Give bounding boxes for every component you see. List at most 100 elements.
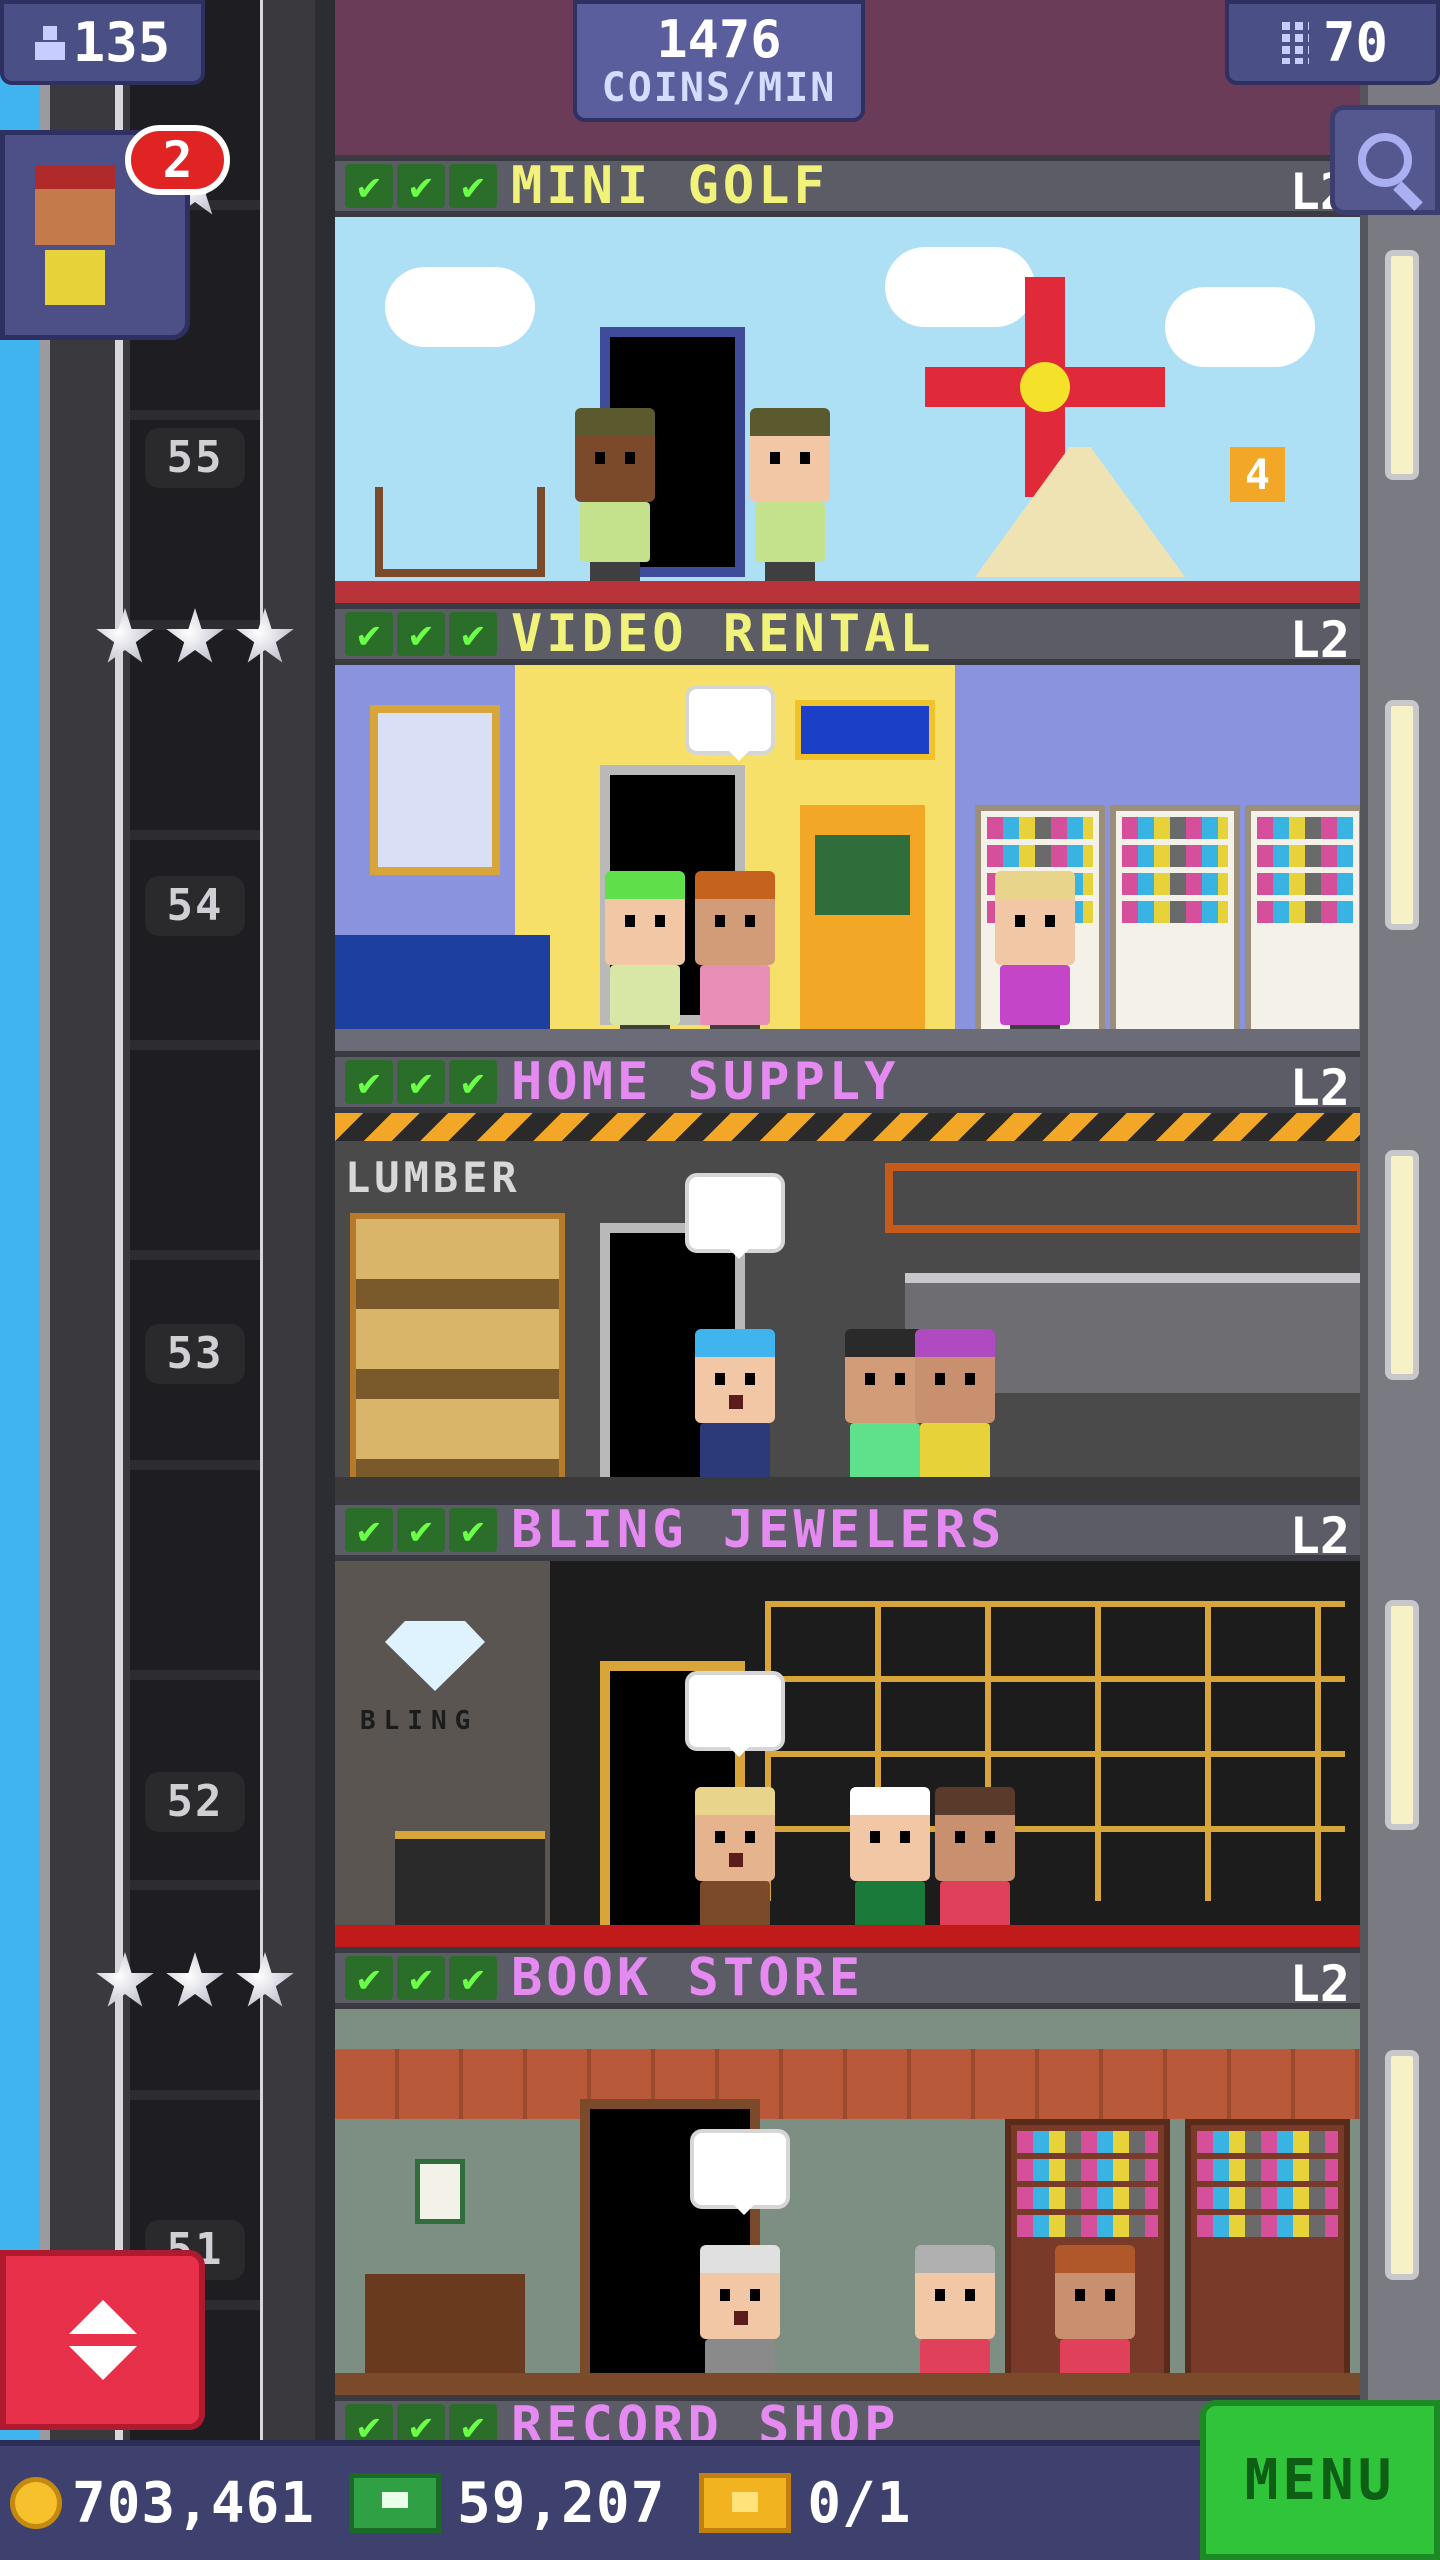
floor-book-store[interactable]: ✔ ✔ ✔ BOOK STORE L2 (335, 1947, 1360, 2395)
check-icon: ✔ (345, 612, 393, 656)
room-interior: LUMBER (335, 1113, 1360, 1499)
coins-display: 703,461 (10, 2471, 315, 2536)
resident[interactable] (750, 408, 830, 582)
room-floor (335, 1925, 1360, 1947)
hole-sign: 4 (1230, 447, 1285, 502)
star-icon (166, 608, 224, 663)
floor-video-rental[interactable]: ✔ ✔ ✔ VIDEO RENTAL L2 (335, 603, 1360, 1051)
check-icon: ✔ (345, 164, 393, 208)
floor-header: ✔ ✔ ✔ HOME SUPPLY L2 (335, 1051, 1360, 1117)
check-icon: ✔ (345, 1956, 393, 2000)
resident[interactable] (575, 408, 655, 582)
check-icon: ✔ (345, 1060, 393, 1104)
star-icon (236, 1952, 294, 2007)
check-icon: ✔ (397, 612, 445, 656)
cloud (385, 267, 535, 347)
club-rack (375, 487, 545, 577)
resident[interactable] (605, 871, 685, 1045)
person-icon (34, 25, 65, 60)
floor-number-52: 52 (145, 1772, 245, 1832)
check-icon: ✔ (449, 1508, 497, 1552)
room-interior: BLING (335, 1561, 1360, 1947)
resident[interactable] (695, 871, 775, 1045)
hazard-stripe (335, 1113, 1360, 1141)
video-shelf (1245, 805, 1360, 1035)
coins-value: 703,461 (72, 2470, 316, 2536)
elevator-cable-left (115, 0, 123, 2440)
floor-header: ✔ ✔ ✔ BOOK STORE L2 (335, 1947, 1360, 2013)
diamond-icon (385, 1621, 485, 1691)
floor-number-55: 55 (145, 428, 245, 488)
wall-window (1385, 2050, 1419, 2280)
resident[interactable] (695, 1329, 775, 1499)
floor-level: L2 (1289, 611, 1350, 669)
elevator-button[interactable] (0, 2250, 205, 2430)
thought-bubble (685, 1173, 785, 1259)
check-icon: ✔ (449, 2404, 497, 2440)
floor-number-54: 54 (145, 876, 245, 936)
check-icon: ✔ (397, 1508, 445, 1552)
wall-window (1385, 1150, 1419, 1380)
coins-rate-display: 1476 COINS/MIN (573, 0, 865, 122)
tickets-display[interactable]: 0/1 (699, 2471, 911, 2536)
search-button[interactable] (1330, 105, 1440, 215)
tickets-value: 0/1 (807, 2470, 912, 2536)
star-icon (96, 1952, 154, 2007)
tower-frame (315, 0, 335, 2440)
ceiling-rack (885, 1163, 1360, 1233)
check-marks: ✔ ✔ ✔ (345, 1956, 497, 2000)
wall-window (1385, 250, 1419, 480)
floor-level: L2 (1289, 1955, 1350, 2013)
thought-bubble (685, 1671, 785, 1757)
wall-window (1385, 700, 1419, 930)
star-rating (95, 608, 295, 668)
room-floor (335, 581, 1360, 603)
population-counter[interactable]: 135 (0, 0, 205, 85)
star-icon (166, 1952, 224, 2007)
check-icon: ✔ (449, 612, 497, 656)
check-icon: ✔ (345, 2404, 393, 2440)
arcade-cabinet (800, 805, 925, 1035)
check-icon: ✔ (449, 1956, 497, 2000)
floor-count-value: 70 (1322, 11, 1389, 74)
check-icon: ✔ (397, 1060, 445, 1104)
cloud (1165, 287, 1315, 367)
coin-icon (10, 2477, 62, 2529)
coins-rate-value: 1476 (656, 10, 782, 70)
visitor-avatar (35, 165, 115, 245)
star-rating (95, 1952, 295, 2012)
room-floor (335, 1477, 1360, 1499)
floor-name: VIDEO RENTAL (511, 604, 935, 664)
check-icon: ✔ (345, 1508, 393, 1552)
floor-mini-golf[interactable]: ✔ ✔ ✔ MINI GOLF L2 4 (335, 155, 1360, 603)
magnifier-icon (1358, 133, 1412, 187)
check-marks: ✔ ✔ ✔ (345, 612, 497, 656)
notification-badge: 2 (125, 125, 230, 195)
resident[interactable] (995, 871, 1075, 1045)
bux-display[interactable]: 59,207 (349, 2471, 665, 2536)
up-down-arrows-icon (68, 2300, 137, 2380)
resident[interactable] (845, 1329, 925, 1499)
check-icon: ✔ (397, 1956, 445, 2000)
book-sign (415, 2159, 465, 2224)
check-marks: ✔ ✔ ✔ (345, 1508, 497, 1552)
brick-wall (335, 2049, 1360, 2119)
star-icon (96, 608, 154, 663)
lumber-rack (350, 1213, 565, 1483)
building-icon (1276, 21, 1309, 64)
room-floor (335, 1029, 1360, 1051)
room-interior (335, 665, 1360, 1051)
floor-bling-jewelers[interactable]: ✔ ✔ ✔ BLING JEWELERS L2 BLING (335, 1499, 1360, 1947)
check-icon: ✔ (449, 164, 497, 208)
bux-icon (349, 2473, 442, 2533)
floor-header: ✔ ✔ ✔ MINI GOLF L2 (335, 155, 1360, 221)
resident[interactable] (915, 1329, 995, 1499)
floor-header: ✔ ✔ ✔ BLING JEWELERS L2 (335, 1499, 1360, 1565)
floor-level: L2 (1289, 1507, 1350, 1565)
floor-name: HOME SUPPLY (511, 1052, 900, 1112)
floor-count-button[interactable]: 70 (1225, 0, 1440, 85)
floor-home-supply[interactable]: ✔ ✔ ✔ HOME SUPPLY L2 LUMBER (335, 1051, 1360, 1499)
bookshelf (1185, 2119, 1350, 2389)
menu-button[interactable]: MENU (1200, 2400, 1440, 2560)
check-icon: ✔ (397, 2404, 445, 2440)
